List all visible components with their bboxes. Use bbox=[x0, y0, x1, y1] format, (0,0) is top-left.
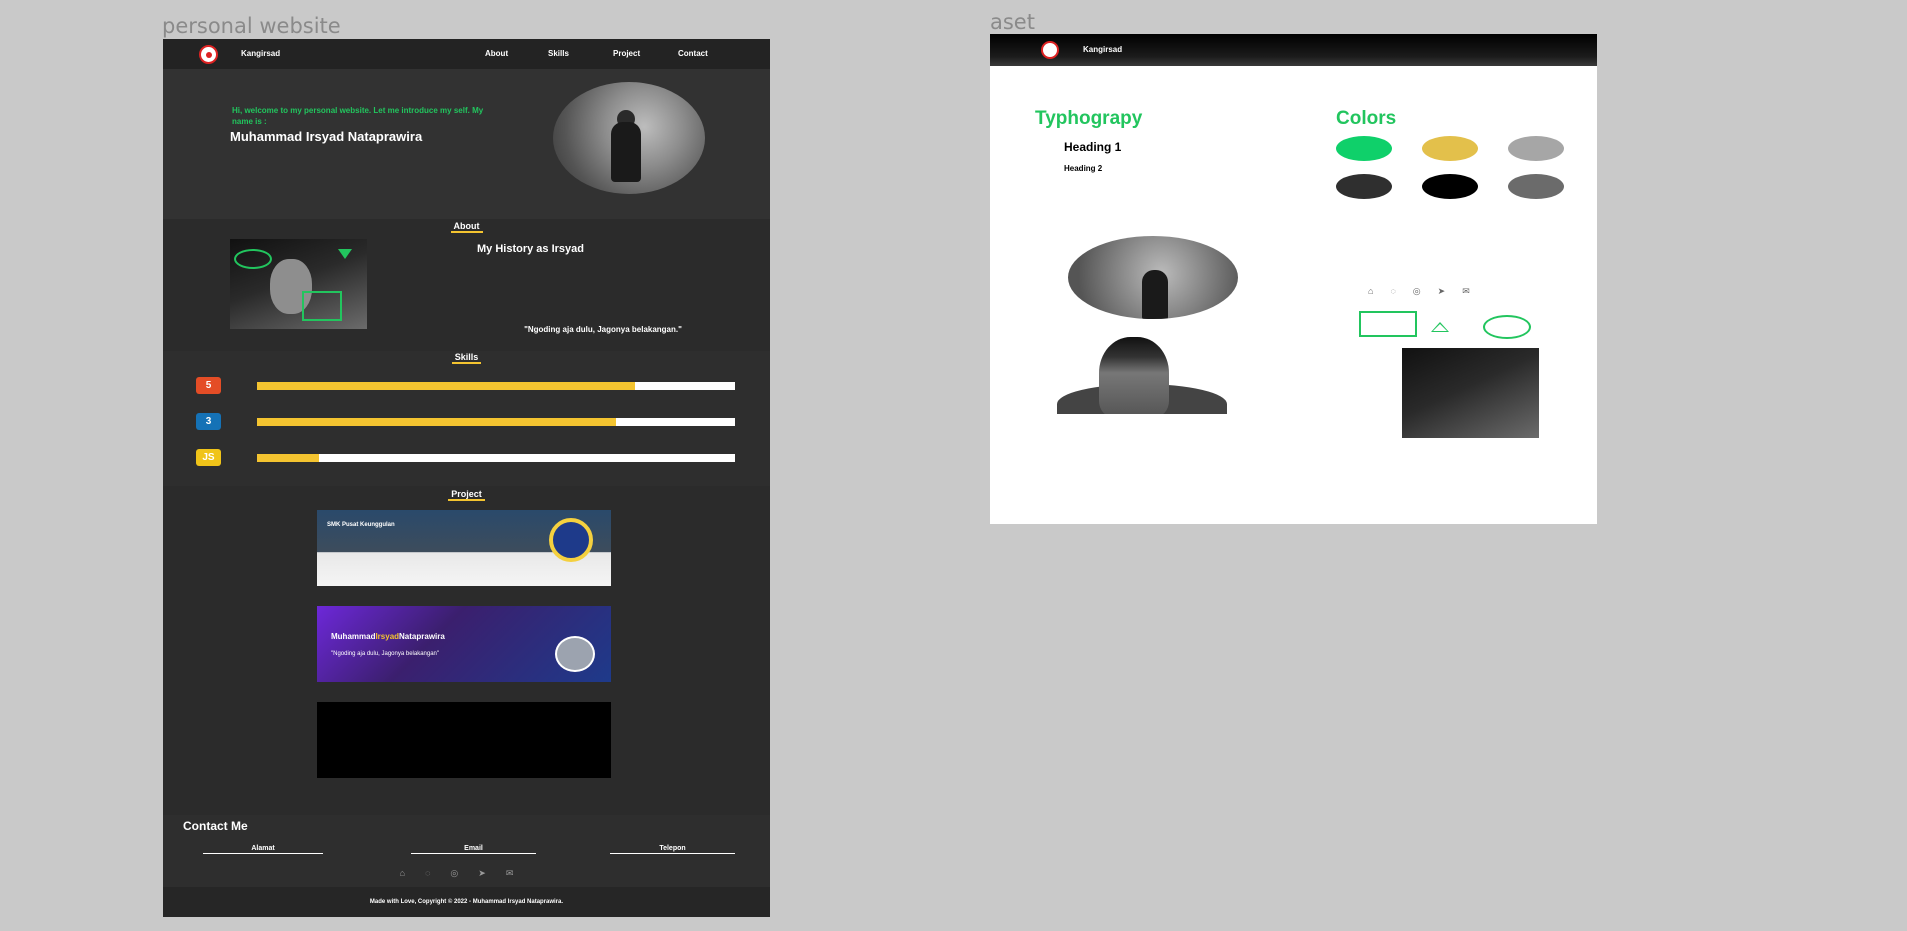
hero-name: Muhammad Irsyad Nataprawira bbox=[230, 129, 423, 144]
project-2-quote: "Ngoding aja dulu, Jagonya belakangan" bbox=[331, 651, 440, 657]
whatsapp-icon[interactable]: ◌ bbox=[425, 868, 450, 878]
skill-progress-bar bbox=[257, 418, 735, 426]
nav-about[interactable]: About bbox=[485, 49, 508, 58]
telegram-icon[interactable]: ➤ bbox=[478, 868, 506, 878]
js-icon: JS bbox=[196, 449, 221, 466]
project-screenshot-1[interactable]: SMK Pusat Keunggulan bbox=[317, 510, 611, 586]
color-swatch bbox=[1422, 174, 1478, 199]
hero-section: Hi, welcome to my personal website. Let … bbox=[163, 69, 770, 219]
hero-photo-person bbox=[611, 122, 641, 182]
square-decoration bbox=[302, 291, 342, 321]
project-screenshot-2[interactable]: MuhammadIrsyadNataprawira "Ngoding aja d… bbox=[317, 606, 611, 682]
contact-phone[interactable]: Telepon bbox=[610, 845, 735, 856]
github-icon[interactable]: ⌂ bbox=[400, 868, 425, 878]
instagram-icon[interactable]: ◎ bbox=[450, 868, 478, 878]
project-section: Project SMK Pusat Keunggulan MuhammadIrs… bbox=[163, 486, 770, 815]
about-section: About My History as Irsyad "Ngoding aja … bbox=[163, 219, 770, 351]
logo-icon[interactable] bbox=[199, 45, 218, 64]
aset-logo-icon bbox=[1041, 41, 1059, 59]
gradient-background bbox=[1402, 348, 1539, 438]
triangle-decoration bbox=[338, 249, 352, 259]
project-card-3[interactable] bbox=[317, 702, 611, 786]
circle-shape bbox=[1483, 315, 1531, 339]
aset-navbar: Kangirsad bbox=[990, 34, 1597, 66]
aset-brand: Kangirsad bbox=[1083, 45, 1123, 54]
footer: Made with Love, Copyright © 2022 - Muham… bbox=[163, 887, 770, 917]
aset-social-icons: ⌂◌◎➤✉ bbox=[1368, 286, 1487, 297]
school-badge-icon bbox=[549, 518, 593, 562]
circle-decoration bbox=[234, 249, 272, 269]
color-swatch bbox=[1508, 174, 1564, 199]
skill-progress-bar bbox=[257, 454, 735, 462]
telegram-icon: ➤ bbox=[1437, 286, 1463, 296]
about-photo bbox=[230, 239, 367, 329]
skills-section: Skills 5 3 JS bbox=[163, 351, 770, 486]
project-card-2[interactable]: MuhammadIrsyadNataprawira "Ngoding aja d… bbox=[317, 606, 611, 690]
whatsapp-icon: ◌ bbox=[1390, 286, 1413, 296]
nav-skills[interactable]: Skills bbox=[548, 49, 569, 58]
color-swatch bbox=[1422, 136, 1478, 161]
project-1-title: SMK Pusat Keunggulan bbox=[327, 522, 395, 528]
social-icons: ⌂◌◎➤✉ bbox=[163, 868, 770, 879]
contact-address: Alamat bbox=[203, 845, 323, 856]
brand-name[interactable]: Kangirsad bbox=[241, 49, 280, 58]
square-shape bbox=[1359, 311, 1417, 337]
skill-progress-bar bbox=[257, 382, 735, 390]
color-swatch bbox=[1336, 174, 1392, 199]
css3-icon: 3 bbox=[196, 413, 221, 430]
hero-photo bbox=[553, 82, 705, 194]
aset-cutout-photo bbox=[1057, 334, 1227, 414]
color-swatch bbox=[1508, 136, 1564, 161]
frame-label-aset: aset bbox=[990, 10, 1035, 34]
project-caption-2 bbox=[317, 684, 611, 690]
html5-icon: 5 bbox=[196, 377, 221, 394]
skill-progress-fill bbox=[257, 454, 320, 462]
github-icon: ⌂ bbox=[1368, 286, 1391, 296]
typography-heading-1: Heading 1 bbox=[1064, 140, 1122, 154]
about-heading: My History as Irsyad bbox=[477, 243, 584, 255]
colors-title: Colors bbox=[1336, 108, 1397, 129]
navbar: Kangirsad About Skills Project Contact bbox=[163, 39, 770, 69]
mail-icon: ✉ bbox=[1462, 286, 1487, 296]
frame-label-personal-website: personal website bbox=[162, 14, 341, 38]
contact-section: Contact Me Alamat Email Telepon ⌂◌◎➤✉ bbox=[163, 815, 770, 887]
project-2-photo bbox=[555, 636, 595, 672]
hero-greeting: Hi, welcome to my personal website. Let … bbox=[232, 106, 484, 126]
project-caption-1 bbox=[317, 588, 611, 594]
skill-progress-fill bbox=[257, 382, 635, 390]
aset-frame[interactable]: Kangirsad Typhograpy Heading 1 Heading 2… bbox=[990, 34, 1597, 524]
contact-email[interactable]: Email bbox=[411, 845, 536, 856]
typography-heading-2: Heading 2 bbox=[1064, 164, 1103, 173]
about-quote: "Ngoding aja dulu, Jagonya belakangan." bbox=[524, 325, 682, 334]
nav-contact[interactable]: Contact bbox=[678, 49, 708, 58]
project-caption-3 bbox=[317, 780, 611, 786]
typography-title: Typhograpy bbox=[1035, 108, 1143, 129]
instagram-icon: ◎ bbox=[1412, 286, 1438, 296]
mail-icon[interactable]: ✉ bbox=[506, 868, 534, 878]
skill-progress-fill bbox=[257, 418, 616, 426]
project-2-title: MuhammadIrsyadNataprawira bbox=[331, 632, 445, 641]
project-title: Project bbox=[163, 489, 770, 501]
about-title: About bbox=[163, 221, 770, 233]
nav-project[interactable]: Project bbox=[613, 49, 640, 58]
personal-website-frame[interactable]: Kangirsad About Skills Project Contact H… bbox=[163, 39, 770, 917]
skills-title: Skills bbox=[163, 352, 770, 364]
project-card-1[interactable]: SMK Pusat Keunggulan bbox=[317, 510, 611, 594]
contact-title: Contact Me bbox=[183, 819, 248, 833]
triangle-shape bbox=[1431, 322, 1449, 332]
color-swatch bbox=[1336, 136, 1392, 161]
aset-profile-photo bbox=[1068, 236, 1238, 319]
project-screenshot-3[interactable] bbox=[317, 702, 611, 778]
